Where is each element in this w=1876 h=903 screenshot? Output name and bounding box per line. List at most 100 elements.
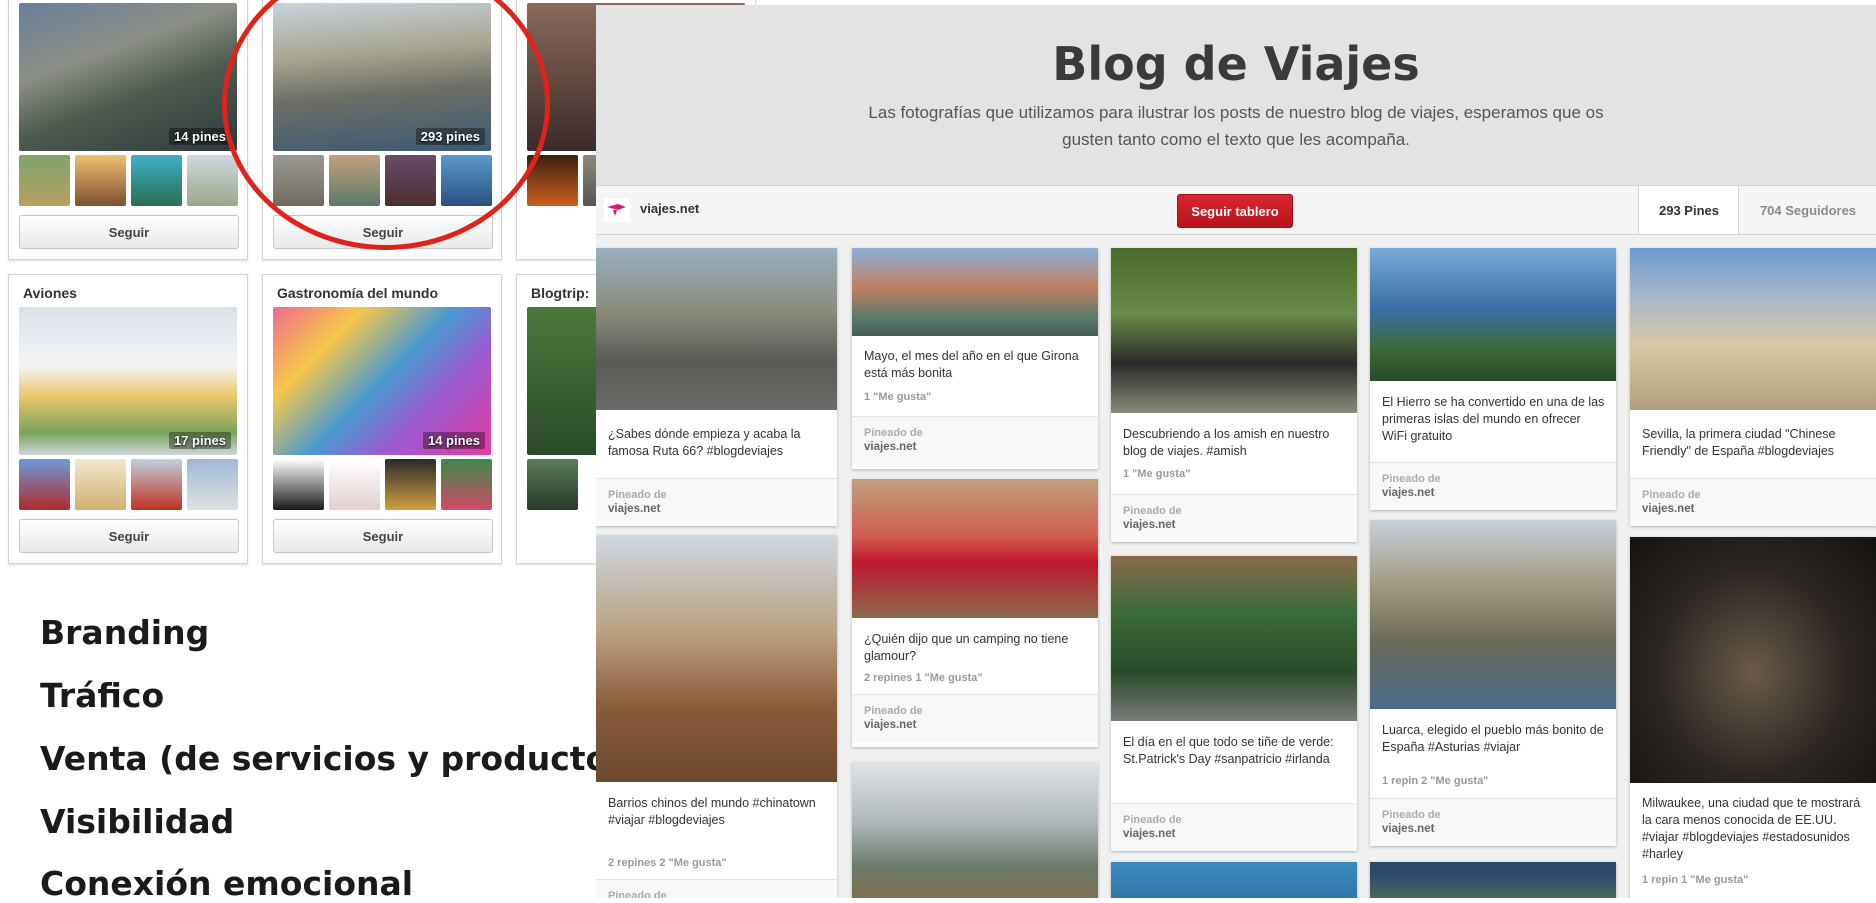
board-title[interactable]: Aviones bbox=[23, 285, 77, 301]
pin-image[interactable] bbox=[1370, 520, 1616, 709]
pin-card[interactable]: Luarca, elegido el pueblo más bonito de … bbox=[1370, 520, 1616, 846]
board-thumbnail bbox=[441, 459, 492, 510]
pin-footer: Pineado de viajes.net bbox=[1111, 494, 1357, 542]
pin-image[interactable] bbox=[1111, 556, 1357, 721]
pinned-by-label: Pineado de bbox=[1642, 489, 1701, 501]
board-thumbnail bbox=[385, 459, 436, 510]
board-thumbnail bbox=[527, 459, 578, 510]
pin-card[interactable] bbox=[1111, 862, 1357, 898]
pin-footer: Pineado de viajes.net bbox=[1370, 798, 1616, 846]
benefit-item-branding: Branding bbox=[40, 613, 210, 652]
pin-footer: Pineado de viajes.net bbox=[596, 478, 837, 526]
pinned-by-label: Pineado de bbox=[1123, 505, 1182, 517]
board-card[interactable]: 14 pines Seguir bbox=[8, 0, 248, 260]
pinned-by-label: Pineado de bbox=[1382, 473, 1441, 485]
pin-image[interactable] bbox=[1630, 248, 1876, 410]
pin-image[interactable] bbox=[852, 479, 1098, 618]
pinned-by-user[interactable]: viajes.net bbox=[864, 441, 916, 453]
board-header: Blog de Viajes Las fotografías que utili… bbox=[596, 5, 1876, 185]
pinned-by-label: Pineado de bbox=[608, 489, 667, 501]
pin-stats: 1 "Me gusta" bbox=[1123, 468, 1191, 480]
pin-card[interactable]: Barrios chinos del mundo #chinatown #via… bbox=[596, 535, 837, 898]
board-thumbnail bbox=[131, 459, 182, 510]
board-cover-image[interactable]: 17 pines bbox=[19, 307, 237, 455]
pinned-by-label: Pineado de bbox=[1123, 814, 1182, 826]
pin-image[interactable] bbox=[596, 248, 837, 410]
pinned-by-label: Pineado de bbox=[864, 427, 923, 439]
pinned-by-user[interactable]: viajes.net bbox=[608, 503, 660, 515]
pin-card[interactable] bbox=[852, 762, 1098, 898]
pin-card[interactable]: El día en el que todo se tiñe de verde: … bbox=[1111, 556, 1357, 851]
board-thumbnail bbox=[329, 459, 380, 510]
pinned-by-user[interactable]: viajes.net bbox=[864, 719, 916, 731]
pin-description: Descubriendo a los amish en nuestro blog… bbox=[1123, 427, 1330, 458]
pin-stats: 2 repines 2 "Me gusta" bbox=[608, 857, 727, 869]
board-owner-name[interactable]: viajes.net bbox=[640, 201, 699, 216]
pin-card[interactable]: ¿Quién dijo que un camping no tiene glam… bbox=[852, 479, 1098, 747]
pin-card[interactable]: ¿Sabes dónde empieza y acaba la famosa R… bbox=[596, 248, 837, 526]
board-title[interactable]: Gastronomía del mundo bbox=[277, 285, 438, 301]
pinned-by-label: Pineado de bbox=[1382, 809, 1441, 821]
pin-card[interactable] bbox=[1370, 862, 1616, 898]
board-thumbnail bbox=[75, 459, 126, 510]
board-thumbnail bbox=[187, 155, 238, 206]
pin-image[interactable] bbox=[1111, 862, 1357, 898]
pin-card[interactable]: Milwaukee, una ciudad que te mostrará la… bbox=[1630, 537, 1876, 898]
pinned-by-user[interactable]: viajes.net bbox=[1382, 823, 1434, 835]
pin-image[interactable] bbox=[1111, 248, 1357, 413]
pin-description: Barrios chinos del mundo #chinatown #via… bbox=[608, 796, 816, 827]
pinned-by-label: Pineado de bbox=[864, 705, 923, 717]
pin-footer: Pineado de viajes.net bbox=[1111, 803, 1357, 851]
pin-image[interactable] bbox=[852, 248, 1098, 336]
board-page-title: Blog de Viajes bbox=[1052, 37, 1420, 91]
board-card[interactable]: Aviones 17 pines Seguir bbox=[8, 274, 248, 564]
pin-footer: Pineado de viajes.net bbox=[1370, 462, 1616, 510]
board-thumbnail bbox=[19, 155, 70, 206]
pin-image[interactable] bbox=[852, 762, 1098, 898]
pin-description: Luarca, elegido el pueblo más bonito de … bbox=[1382, 723, 1604, 754]
benefit-item-conexion: Conexión emocional bbox=[40, 864, 414, 903]
board-description: Las fotografías que utilizamos para ilus… bbox=[868, 103, 1604, 149]
pin-count-badge: 14 pines bbox=[422, 432, 485, 449]
pin-image[interactable] bbox=[1630, 537, 1876, 783]
pin-description: Mayo, el mes del año en el que Girona es… bbox=[864, 349, 1079, 380]
pin-image[interactable] bbox=[1370, 248, 1616, 381]
board-action-bar: viajes.net Seguir tablero 293 Pines 704 … bbox=[596, 185, 1876, 235]
board-thumbnail bbox=[187, 459, 238, 510]
pin-footer: Pineado de viajes.net bbox=[852, 694, 1098, 743]
board-title[interactable]: Blogtrip: bbox=[531, 285, 589, 301]
pin-description: ¿Sabes dónde empieza y acaba la famosa R… bbox=[608, 427, 801, 458]
pin-footer: Pineado de viajes.net bbox=[1630, 478, 1876, 526]
pinned-by-user[interactable]: viajes.net bbox=[1642, 503, 1694, 515]
board-cover-image[interactable]: 14 pines bbox=[19, 3, 237, 151]
board-card[interactable]: Gastronomía del mundo 14 pines Seguir bbox=[262, 274, 502, 564]
pin-image[interactable] bbox=[596, 535, 837, 782]
pin-count-badge: 14 pines bbox=[168, 128, 231, 145]
pin-footer: Pineado de bbox=[596, 879, 837, 898]
pinned-by-user[interactable]: viajes.net bbox=[1123, 519, 1175, 531]
pin-count-badge: 17 pines bbox=[168, 432, 231, 449]
follow-board-button[interactable]: Seguir bbox=[273, 519, 493, 553]
pin-description: El Hierro se ha convertido en una de las… bbox=[1382, 395, 1605, 443]
board-thumbnail bbox=[273, 459, 324, 510]
pin-description: El día en el que todo se tiñe de verde: … bbox=[1123, 735, 1334, 766]
benefit-item-visibilidad: Visibilidad bbox=[40, 802, 235, 841]
pin-card[interactable]: Mayo, el mes del año en el que Girona es… bbox=[852, 248, 1098, 469]
pins-count-tab[interactable]: 293 Pines bbox=[1638, 186, 1739, 234]
pin-image[interactable] bbox=[1370, 862, 1616, 898]
pin-description: Milwaukee, una ciudad que te mostrará la… bbox=[1642, 796, 1861, 861]
pinned-by-user[interactable]: viajes.net bbox=[1382, 487, 1434, 499]
follow-board-main-button[interactable]: Seguir tablero bbox=[1177, 194, 1293, 228]
pin-stats: 1 repin 2 "Me gusta" bbox=[1382, 775, 1489, 787]
board-cover-image[interactable]: 14 pines bbox=[273, 307, 491, 455]
pin-description: ¿Quién dijo que un camping no tiene glam… bbox=[864, 632, 1069, 663]
pin-description: Sevilla, la primera ciudad "Chinese Frie… bbox=[1642, 427, 1836, 458]
pin-card[interactable]: Descubriendo a los amish en nuestro blog… bbox=[1111, 248, 1357, 542]
follow-board-button[interactable]: Seguir bbox=[19, 519, 239, 553]
followers-count-tab[interactable]: 704 Seguidores bbox=[1738, 186, 1876, 234]
pin-card[interactable]: Sevilla, la primera ciudad "Chinese Frie… bbox=[1630, 248, 1876, 526]
user-logo-icon[interactable] bbox=[604, 198, 630, 222]
pin-card[interactable]: El Hierro se ha convertido en una de las… bbox=[1370, 248, 1616, 510]
follow-board-button[interactable]: Seguir bbox=[19, 215, 239, 249]
pinned-by-user[interactable]: viajes.net bbox=[1123, 828, 1175, 840]
